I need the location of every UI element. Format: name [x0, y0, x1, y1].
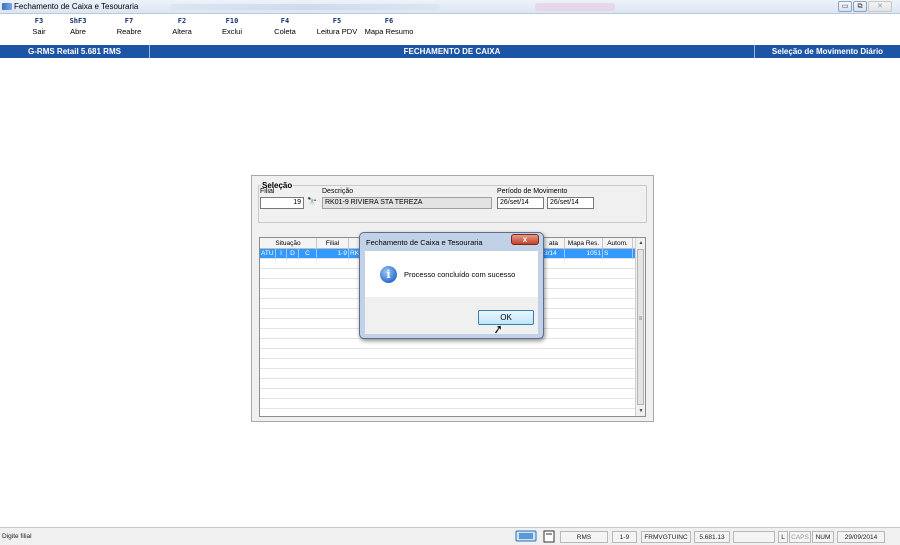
close-button[interactable]: ✕ — [868, 1, 892, 12]
selecao-group: Seleção Filial 19 🔭 Descrição RK01-9 RIV… — [258, 181, 647, 223]
screen-subtitle: Seleção de Movimento Diário — [754, 45, 900, 58]
table-row[interactable] — [260, 359, 635, 369]
cell-filial: 1-9 — [317, 249, 349, 259]
cell-sit1: ATU — [260, 249, 276, 259]
cell-autom: S — [603, 249, 633, 259]
status-bar: Digite filial RMS 1-9 FRMVGTUINC 5.681.1… — [0, 527, 900, 545]
descricao-label: Descrição — [322, 188, 354, 195]
binoculars-icon[interactable]: 🔭 — [307, 197, 317, 206]
info-icon: i — [380, 266, 397, 283]
status-filial: 1-9 — [612, 531, 637, 543]
status-program: FRMVGTUINC — [641, 531, 691, 543]
table-row[interactable] — [260, 349, 635, 359]
window-title: Fechamento de Caixa e Tesouraria — [14, 2, 139, 11]
status-spacer — [733, 531, 775, 543]
col-filial[interactable]: Filial — [317, 238, 349, 249]
minimize-button[interactable]: ▭ — [838, 1, 852, 12]
col-mapa-res[interactable]: Mapa Res. — [565, 238, 603, 249]
table-row[interactable] — [260, 399, 635, 409]
window-titlebar: Fechamento de Caixa e Tesouraria ▭ ⧉ ✕ — [0, 0, 900, 14]
descricao-field: RK01-9 RIVIERA STA TEREZA — [322, 197, 492, 209]
scroll-down-icon[interactable]: ▼ — [636, 406, 645, 416]
key-label: ShF3 — [69, 17, 87, 25]
mouse-cursor-icon: ➚ — [491, 321, 505, 337]
col-data[interactable]: ata — [543, 238, 565, 249]
cell-sit2: I — [276, 249, 287, 259]
button-label: Reabre — [116, 27, 142, 36]
ok-button[interactable]: OK — [478, 310, 534, 325]
status-caps: CAPS — [789, 531, 811, 543]
leitura-pdv-button[interactable]: F5 Leitura PDV — [312, 17, 362, 36]
key-label: F4 — [280, 17, 290, 25]
table-row[interactable] — [260, 369, 635, 379]
key-label: F7 — [124, 17, 134, 25]
table-row[interactable] — [260, 379, 635, 389]
status-l: L — [778, 531, 788, 543]
computer-icon — [515, 530, 537, 542]
filial-label: Filial — [260, 188, 275, 195]
periodo-label: Período de Movimento — [497, 188, 568, 195]
col-situacao[interactable]: Situação — [260, 238, 317, 249]
status-num: NUM — [812, 531, 834, 543]
button-label: Mapa Resumo — [364, 27, 414, 36]
periodo-fim-input[interactable]: 26/set/14 — [547, 197, 594, 209]
dialog-footer: OK — [365, 297, 538, 334]
table-row[interactable] — [260, 339, 635, 349]
filial-input[interactable]: 19 — [260, 197, 304, 209]
blurred-taskbar-area — [170, 4, 440, 10]
page-title: FECHAMENTO DE CAIXA — [403, 47, 501, 56]
reabre-button[interactable]: F7 Reabre — [104, 17, 154, 36]
key-label: F5 — [332, 17, 342, 25]
status-version: 5.681.13 — [694, 531, 730, 543]
key-label: F6 — [384, 17, 394, 25]
button-label: Altera — [172, 27, 192, 36]
app-icon — [2, 3, 12, 10]
mapa-resumo-button[interactable]: F6 Mapa Resumo — [360, 17, 418, 36]
dialog-message: Processo concluído com sucesso — [404, 270, 516, 279]
altera-button[interactable]: F2 Altera — [157, 17, 207, 36]
abre-button[interactable]: ShF3 Abre — [53, 17, 103, 36]
button-label: Coleta — [274, 27, 296, 36]
exclui-button[interactable]: F10 Exclui — [207, 17, 257, 36]
message-dialog: Fechamento de Caixa e Tesouraria x i Pro… — [359, 232, 544, 339]
document-icon — [543, 530, 555, 543]
function-key-toolbar: F3 Sair ShF3 Abre F7 Reabre F2 Altera F1… — [0, 15, 900, 43]
cell-sit3: D — [287, 249, 299, 259]
scroll-thumb[interactable] — [637, 249, 644, 405]
button-label: Abre — [70, 27, 86, 36]
scroll-grip-icon: ≡ — [638, 316, 643, 322]
restore-button[interactable]: ⧉ — [853, 1, 867, 12]
cell-mapa: 1051 — [565, 249, 603, 259]
button-label: Leitura PDV — [316, 27, 358, 36]
dialog-body: i Processo concluído com sucesso — [365, 251, 538, 297]
header-bar: G-RMS Retail 5.681 RMS FECHAMENTO DE CAI… — [0, 45, 900, 58]
scroll-up-icon[interactable]: ▲ — [636, 238, 645, 248]
grid-scrollbar[interactable]: ▲ ≡ ▼ — [635, 238, 645, 416]
app-version-label: G-RMS Retail 5.681 RMS — [0, 45, 150, 58]
button-label: Exclui — [221, 27, 242, 36]
table-row[interactable] — [260, 389, 635, 399]
dialog-title: Fechamento de Caixa e Tesouraria — [366, 238, 483, 247]
blurred-taskbar-area-2 — [535, 3, 615, 11]
status-date: 29/09/2014 — [837, 531, 885, 543]
cell-sit4: C — [299, 249, 317, 259]
status-message: Digite filial — [2, 533, 32, 540]
key-label: F2 — [177, 17, 187, 25]
coleta-button[interactable]: F4 Coleta — [260, 17, 310, 36]
cell-data: 3/14 — [543, 249, 565, 259]
col-autom[interactable]: Autom. — [603, 238, 633, 249]
dialog-close-button[interactable]: x — [511, 234, 539, 245]
key-label: F10 — [225, 17, 239, 25]
periodo-inicio-input[interactable]: 26/set/14 — [497, 197, 544, 209]
status-system: RMS — [560, 531, 608, 543]
